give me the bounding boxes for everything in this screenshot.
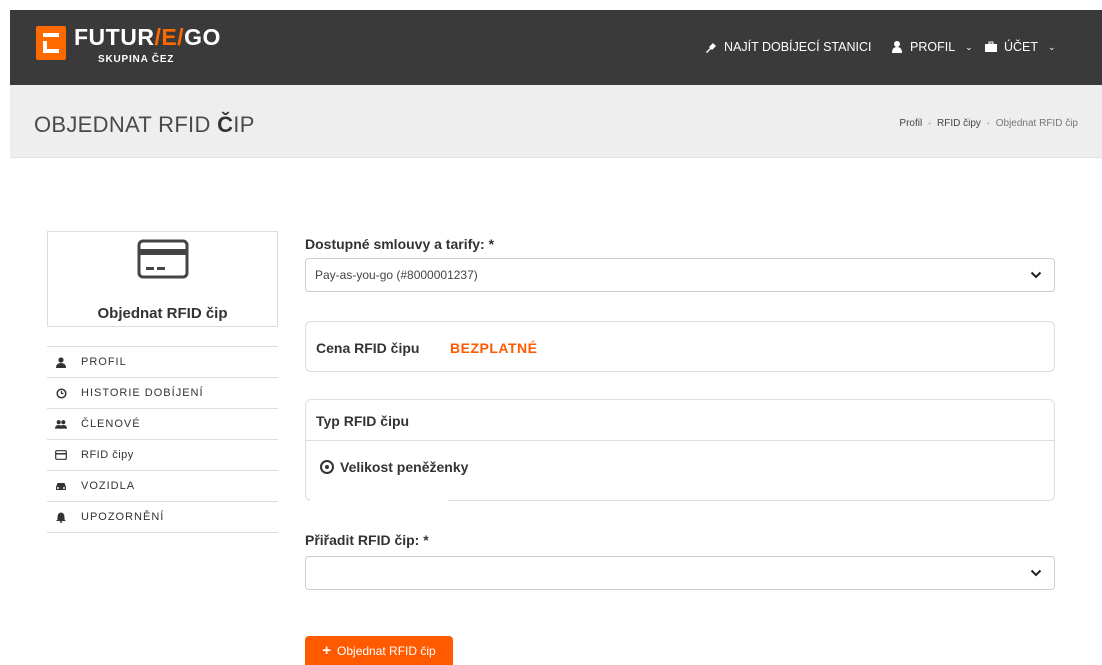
chevron-down-icon [1030, 271, 1042, 279]
clock-icon [55, 387, 67, 399]
sidebar-menu: PROFIL HISTORIE DOBÍJENÍ ČLENOVÉ RFID či… [47, 346, 278, 533]
card-icon [55, 450, 67, 460]
chip-type-header: Typ RFID čipu [306, 400, 1054, 441]
plus-icon: + [322, 642, 332, 659]
cez-logo-icon[interactable] [36, 26, 66, 60]
breadcrumb-separator: • [986, 119, 990, 128]
chevron-down-icon [1030, 569, 1042, 577]
panel-divider-gap [310, 498, 448, 502]
bell-icon [55, 512, 67, 523]
assign-chip-label: Přiřadit RFID čip: * [305, 532, 429, 548]
chip-type-option-wallet[interactable]: Velikost peněženky [320, 459, 468, 475]
contracts-label: Dostupné smlouvy a tarify: * [305, 236, 495, 252]
radio-selected-icon[interactable] [320, 460, 334, 474]
breadcrumb-rfid-chips[interactable]: RFID čipy [937, 118, 981, 129]
plug-icon [706, 43, 716, 53]
breadcrumb-profile[interactable]: Profil [899, 118, 922, 129]
user-icon [892, 41, 902, 53]
top-navbar: FUTUR/E/GO SKUPINA ČEZ NAJÍT DOBÍJECÍ ST… [10, 10, 1102, 85]
chip-type-label: Typ RFID čipu [316, 413, 410, 429]
sidebar-item-rfid-chips[interactable]: RFID čipy [47, 439, 278, 470]
briefcase-icon [985, 41, 997, 52]
users-icon [55, 419, 67, 430]
nav-account[interactable]: ÚČET ⌄ [984, 40, 1056, 54]
sidebar-item-notifications[interactable]: UPOZORNĚNÍ [47, 501, 278, 533]
chevron-down-icon: ⌄ [965, 41, 973, 52]
chevron-down-icon: ⌄ [1048, 41, 1056, 52]
contracts-select[interactable]: Pay-as-you-go (#8000001237) [305, 258, 1055, 292]
breadcrumb: Profil • RFID čipy • Objednat RFID čip [899, 118, 1078, 129]
credit-card-icon [137, 239, 189, 279]
page-header: OBJEDNAT RFID ČIP Profil • RFID čipy • O… [10, 85, 1102, 158]
page-title: OBJEDNAT RFID ČIP [34, 112, 255, 137]
sidebar-item-profile[interactable]: PROFIL [47, 346, 278, 377]
sidebar-card-title: Objednat RFID čip [97, 305, 228, 322]
price-panel: Cena RFID čipu BEZPLATNÉ [305, 321, 1055, 372]
logo-subtitle: SKUPINA ČEZ [98, 54, 175, 65]
order-rfid-chip-button[interactable]: + Objednat RFID čip [305, 636, 453, 665]
chip-type-panel: Typ RFID čipu Velikost peněženky [305, 399, 1055, 502]
sidebar-item-charging-history[interactable]: HISTORIE DOBÍJENÍ [47, 377, 278, 408]
sidebar-item-members[interactable]: ČLENOVÉ [47, 408, 278, 439]
logo-title[interactable]: FUTUR/E/GO [74, 24, 221, 51]
price-value: BEZPLATNÉ [450, 340, 538, 356]
breadcrumb-current: Objednat RFID čip [995, 118, 1078, 129]
car-icon [55, 481, 67, 491]
user-icon [55, 356, 67, 368]
assign-chip-select[interactable] [305, 556, 1055, 590]
nav-profile[interactable]: PROFIL ⌄ [890, 40, 973, 54]
sidebar-card: Objednat RFID čip [47, 231, 278, 327]
nav-find-station[interactable]: NAJÍT DOBÍJECÍ STANICI [704, 40, 871, 54]
breadcrumb-separator: • [928, 119, 932, 128]
contracts-select-value: Pay-as-you-go (#8000001237) [315, 268, 478, 282]
price-label: Cena RFID čipu [316, 340, 420, 356]
sidebar-item-vehicles[interactable]: VOZIDLA [47, 470, 278, 501]
